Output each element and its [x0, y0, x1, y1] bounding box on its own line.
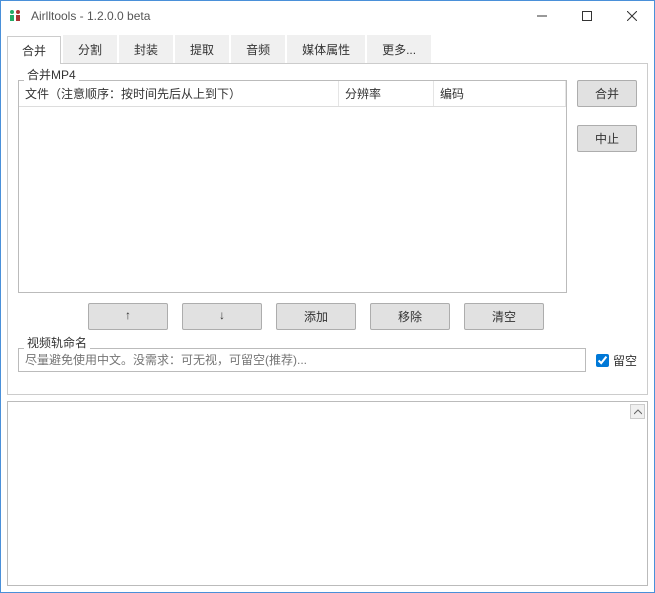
- move-down-button[interactable]: ↓: [182, 303, 262, 330]
- maximize-button[interactable]: [564, 2, 609, 30]
- col-codec[interactable]: 编码: [434, 81, 566, 106]
- close-button[interactable]: [609, 2, 654, 30]
- tab-media-props[interactable]: 媒体属性: [287, 35, 365, 63]
- client-area: 合并 分割 封装 提取 音频 媒体属性 更多... 合并MP4 文件（注意顺序：…: [1, 31, 654, 592]
- remove-button[interactable]: 移除: [370, 303, 450, 330]
- add-button[interactable]: 添加: [276, 303, 356, 330]
- minimize-button[interactable]: [519, 2, 564, 30]
- col-file[interactable]: 文件（注意顺序：按时间先后从上到下）: [19, 81, 339, 106]
- track-name-input[interactable]: [18, 348, 586, 372]
- track-name-group: 视频轨命名 留空: [18, 340, 637, 372]
- stop-button[interactable]: 中止: [577, 125, 637, 152]
- tab-panel-merge: 合并MP4 文件（注意顺序：按时间先后从上到下） 分辨率 编码 合并: [7, 64, 648, 395]
- merge-mp4-label: 合并MP4: [24, 66, 79, 83]
- leave-blank-label: 留空: [613, 352, 637, 369]
- tab-merge[interactable]: 合并: [7, 36, 61, 64]
- table-body[interactable]: [19, 107, 566, 292]
- move-up-button[interactable]: ↑: [88, 303, 168, 330]
- window-title: Airlltools - 1.2.0.0 beta: [31, 9, 519, 23]
- tab-more[interactable]: 更多...: [367, 35, 431, 63]
- table-header: 文件（注意顺序：按时间先后从上到下） 分辨率 编码: [19, 81, 566, 107]
- tab-split[interactable]: 分割: [63, 35, 117, 63]
- titlebar: Airlltools - 1.2.0.0 beta: [1, 1, 654, 31]
- col-resolution[interactable]: 分辨率: [339, 81, 434, 106]
- app-window: Airlltools - 1.2.0.0 beta 合并 分割 封装 提取 音频…: [0, 0, 655, 593]
- scroll-up-icon[interactable]: [630, 404, 645, 419]
- app-icon: [7, 8, 23, 24]
- clear-button[interactable]: 清空: [464, 303, 544, 330]
- track-name-label: 视频轨命名: [24, 334, 90, 351]
- tab-container: 合并 分割 封装 提取 音频 媒体属性 更多... 合并MP4 文件（注意顺序：…: [7, 35, 648, 395]
- file-table[interactable]: 文件（注意顺序：按时间先后从上到下） 分辨率 编码: [18, 80, 567, 293]
- tab-audio[interactable]: 音频: [231, 35, 285, 63]
- leave-blank-input[interactable]: [596, 354, 609, 367]
- tab-extract[interactable]: 提取: [175, 35, 229, 63]
- merge-mp4-group: 合并MP4 文件（注意顺序：按时间先后从上到下） 分辨率 编码 合并: [18, 72, 637, 330]
- tab-package[interactable]: 封装: [119, 35, 173, 63]
- tab-strip: 合并 分割 封装 提取 音频 媒体属性 更多...: [7, 35, 648, 64]
- log-output[interactable]: [7, 401, 648, 586]
- merge-button[interactable]: 合并: [577, 80, 637, 107]
- leave-blank-checkbox[interactable]: 留空: [596, 352, 637, 369]
